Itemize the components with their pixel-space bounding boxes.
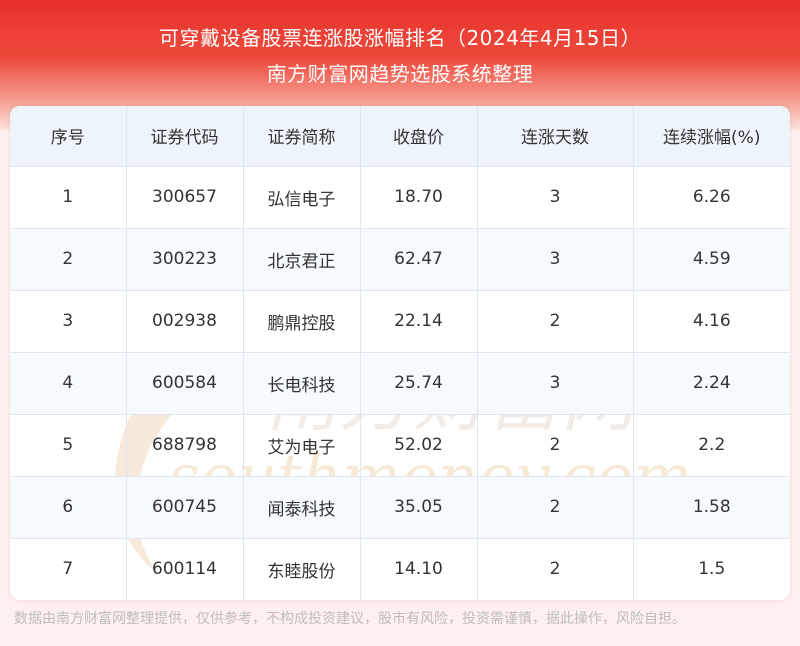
table-row: 4 600584 长电科技 25.74 3 2.24 [10,352,790,415]
column-header-close: 收盘价 [360,106,478,167]
table-row: 5 688798 艾为电子 52.02 2 2.2 [10,414,790,477]
table-row: 3 002938 鹏鼎控股 22.14 2 4.16 [10,290,790,353]
cell-rank: 2 [10,228,127,291]
table-header-row: 序号 证券代码 证券简称 收盘价 连涨天数 连续涨幅(%) [10,106,790,167]
cell-days: 2 [477,538,634,600]
cell-name: 长电科技 [243,352,361,415]
cell-days: 3 [477,228,634,291]
cell-name: 闻泰科技 [243,476,361,539]
cell-rank: 3 [10,290,127,353]
column-header-code: 证券代码 [126,106,244,167]
cell-gain: 2.2 [633,414,790,477]
page-subtitle: 南方财富网趋势选股系统整理 [266,62,534,86]
cell-code: 688798 [126,414,244,477]
column-header-rank: 序号 [10,106,127,167]
cell-name: 鹏鼎控股 [243,290,361,353]
cell-code: 600584 [126,352,244,415]
cell-days: 3 [477,166,634,229]
table-row: 6 600745 闻泰科技 35.05 2 1.58 [10,476,790,539]
cell-code: 300223 [126,228,244,291]
cell-name: 北京君正 [243,228,361,291]
column-header-gain: 连续涨幅(%) [633,106,790,167]
cell-days: 3 [477,352,634,415]
cell-rank: 6 [10,476,127,539]
cell-gain: 6.26 [633,166,790,229]
cell-close: 22.14 [360,290,478,353]
page-title: 可穿戴设备股票连涨股涨幅排名（2024年4月15日） [158,26,642,50]
cell-close: 25.74 [360,352,478,415]
cell-code: 600114 [126,538,244,600]
table-row: 1 300657 弘信电子 18.70 3 6.26 [10,166,790,229]
cell-days: 2 [477,290,634,353]
cell-gain: 2.24 [633,352,790,415]
table-card: 南方财富网 southmoney.com 序号 证券代码 证券简称 收盘价 连涨… [10,106,790,600]
cell-close: 14.10 [360,538,478,600]
cell-close: 62.47 [360,228,478,291]
cell-days: 2 [477,414,634,477]
disclaimer-footer: 数据由南方财富网整理提供，仅供参考，不构成投资建议，股市有风险，投资需谨慎，据此… [14,611,686,627]
table-row: 7 600114 东睦股份 14.10 2 1.5 [10,538,790,600]
cell-code: 300657 [126,166,244,229]
cell-close: 18.70 [360,166,478,229]
cell-rank: 5 [10,414,127,477]
column-header-name: 证券简称 [243,106,361,167]
cell-name: 艾为电子 [243,414,361,477]
cell-name: 东睦股份 [243,538,361,600]
stock-table: 序号 证券代码 证券简称 收盘价 连涨天数 连续涨幅(%) 1 300657 弘… [10,106,790,600]
cell-close: 35.05 [360,476,478,539]
cell-gain: 1.58 [633,476,790,539]
table-row: 2 300223 北京君正 62.47 3 4.59 [10,228,790,291]
cell-code: 002938 [126,290,244,353]
cell-days: 2 [477,476,634,539]
cell-close: 52.02 [360,414,478,477]
cell-rank: 4 [10,352,127,415]
cell-rank: 7 [10,538,127,600]
column-header-days: 连涨天数 [477,106,634,167]
cell-gain: 1.5 [633,538,790,600]
cell-rank: 1 [10,166,127,229]
cell-code: 600745 [126,476,244,539]
cell-gain: 4.59 [633,228,790,291]
cell-name: 弘信电子 [243,166,361,229]
cell-gain: 4.16 [633,290,790,353]
